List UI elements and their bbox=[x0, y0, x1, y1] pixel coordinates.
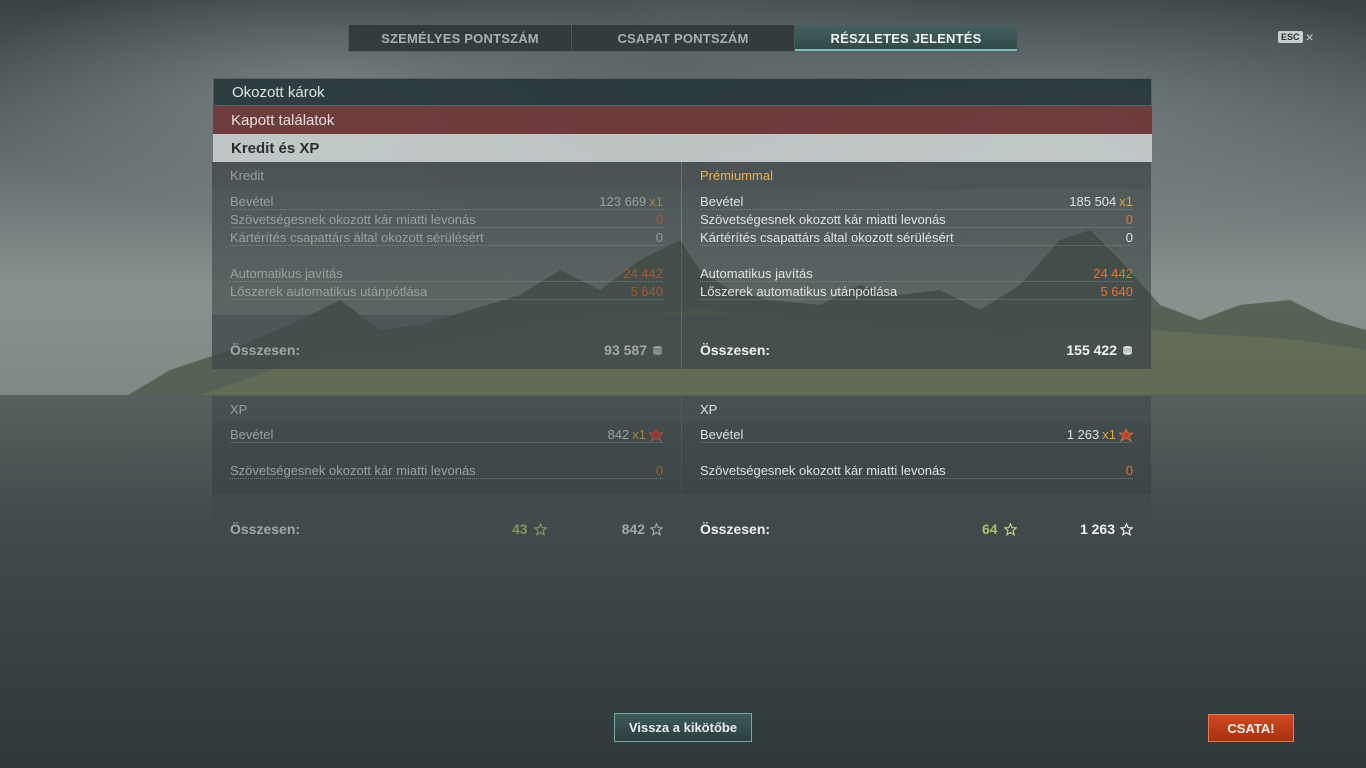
free-xp-star-icon bbox=[1003, 522, 1017, 536]
row-label: Kártérítés csapattárs által okozott sérü… bbox=[230, 230, 484, 245]
section-credit-xp[interactable]: Kredit és XP bbox=[213, 134, 1152, 162]
section-hits-received[interactable]: Kapott találatok bbox=[213, 106, 1152, 134]
credit-panel: Kredit Bevétel 123 669 x1 Szövetségesnek… bbox=[212, 162, 681, 369]
xp-panel: XP Bevétel 842 x1 Szövetségesnek okozott… bbox=[212, 396, 681, 548]
total-xp-value: 1 263 bbox=[1079, 521, 1115, 537]
row-value: 5 640 bbox=[630, 284, 663, 299]
tab-detailed-report[interactable]: RÉSZLETES JELENTÉS bbox=[795, 25, 1017, 51]
total-label: Összesen: bbox=[230, 521, 301, 537]
row-value: 0 bbox=[1125, 212, 1133, 227]
total-xp-value: 842 bbox=[621, 521, 645, 537]
income-row: Bevétel 1 263 x1 bbox=[700, 427, 1133, 443]
income-value: 123 669 bbox=[599, 194, 647, 209]
total-label: Összesen: bbox=[700, 521, 771, 537]
total-label: Összesen: bbox=[700, 342, 771, 358]
compensation-row: Kártérítés csapattárs által okozott sérü… bbox=[230, 230, 663, 246]
ally-damage-row: Szövetségesnek okozott kár miatti levoná… bbox=[700, 463, 1133, 479]
multiplier: x1 bbox=[1102, 427, 1116, 442]
signal-flag-icon bbox=[649, 428, 663, 442]
auto-repair-row: Automatikus javítás 24 442 bbox=[700, 266, 1133, 282]
row-label: Szövetségesnek okozott kár miatti levoná… bbox=[700, 463, 946, 478]
free-xp-total: 64 bbox=[982, 521, 1017, 537]
row-label: Automatikus javítás bbox=[700, 266, 813, 281]
income-row: Bevétel 185 504 x1 bbox=[700, 194, 1133, 210]
total-credit-value: 93 587 bbox=[604, 342, 647, 358]
compensation-row: Kártérítés csapattárs által okozott sérü… bbox=[700, 230, 1133, 246]
section-damage-dealt[interactable]: Okozott károk bbox=[213, 78, 1152, 106]
row-value: 0 bbox=[1125, 230, 1133, 245]
credit-premium-panel: Prémiummal Bevétel 185 504 x1 Szövetsége… bbox=[682, 162, 1151, 369]
tab-team-score[interactable]: CSAPAT PONTSZÁM bbox=[572, 25, 795, 51]
panel-title: Prémiummal bbox=[682, 162, 1151, 189]
total-row: Összesen: 155 422 bbox=[682, 315, 1151, 369]
income-row: Bevétel 842 x1 bbox=[230, 427, 663, 443]
total-row: Összesen: 43 842 bbox=[212, 494, 681, 548]
row-label: Lőszerek automatikus utánpótlása bbox=[700, 284, 898, 299]
total-value: 155 422 bbox=[1066, 342, 1133, 358]
total-value: 1 263 bbox=[1080, 521, 1133, 537]
income-value: 1 263 bbox=[1066, 427, 1100, 442]
income-value: 185 504 bbox=[1069, 194, 1117, 209]
row-value: 24 442 bbox=[623, 266, 663, 281]
credit-icon bbox=[1123, 346, 1132, 355]
xp-star-icon bbox=[650, 522, 663, 536]
row-value: 24 442 bbox=[1093, 266, 1133, 281]
panel-title: Kredit bbox=[212, 162, 681, 189]
row-value: 842 x1 bbox=[608, 428, 663, 442]
row-label: Szövetségesnek okozott kár miatti levoná… bbox=[230, 212, 476, 227]
total-value: 93 587 bbox=[604, 342, 663, 358]
ally-damage-row: Szövetségesnek okozott kár miatti levoná… bbox=[230, 463, 663, 479]
multiplier: x1 bbox=[649, 194, 663, 209]
row-value: 0 bbox=[655, 212, 663, 227]
multiplier: x1 bbox=[632, 427, 646, 442]
free-xp-star-icon bbox=[533, 522, 547, 536]
row-value: 0 bbox=[1125, 463, 1133, 478]
row-label: Bevétel bbox=[700, 427, 744, 442]
close-icon: × bbox=[1305, 29, 1314, 45]
xp-premium-panel: XP Bevétel 1 263 x1 Szövetségesnek okozo… bbox=[682, 396, 1151, 548]
row-value: 1 263 x1 bbox=[1067, 428, 1133, 442]
esc-key-badge: ESC bbox=[1278, 31, 1303, 43]
income-value: 842 bbox=[607, 427, 630, 442]
free-xp-value: 43 bbox=[512, 521, 528, 537]
total-row: Összesen: 64 1 263 bbox=[682, 494, 1151, 548]
battle-button[interactable]: CSATA! bbox=[1208, 714, 1294, 742]
multiplier: x1 bbox=[1119, 194, 1133, 209]
signal-flag-icon bbox=[1119, 428, 1133, 442]
row-value: 5 640 bbox=[1100, 284, 1133, 299]
row-label: Szövetségesnek okozott kár miatti levoná… bbox=[230, 463, 476, 478]
auto-ammo-row: Lőszerek automatikus utánpótlása 5 640 bbox=[230, 284, 663, 300]
panel-title: XP bbox=[212, 396, 681, 423]
xp-star-icon bbox=[1120, 522, 1133, 536]
close-button[interactable]: ESC × bbox=[1278, 30, 1314, 44]
free-xp-value: 64 bbox=[982, 521, 998, 537]
total-credit-value: 155 422 bbox=[1066, 342, 1117, 358]
ally-damage-row: Szövetségesnek okozott kár miatti levoná… bbox=[230, 212, 663, 228]
row-value: 0 bbox=[655, 463, 663, 478]
ally-damage-row: Szövetségesnek okozott kár miatti levoná… bbox=[700, 212, 1133, 228]
report-tabs: SZEMÉLYES PONTSZÁM CSAPAT PONTSZÁM RÉSZL… bbox=[348, 24, 1018, 52]
back-to-port-button[interactable]: Vissza a kikötőbe bbox=[614, 713, 752, 742]
row-label: Lőszerek automatikus utánpótlása bbox=[230, 284, 428, 299]
row-value: 185 504 x1 bbox=[1069, 195, 1133, 209]
row-label: Bevétel bbox=[230, 427, 274, 442]
row-value: 0 bbox=[655, 230, 663, 245]
total-row: Összesen: 93 587 bbox=[212, 315, 681, 369]
panel-title: XP bbox=[682, 396, 1151, 423]
row-label: Bevétel bbox=[700, 194, 744, 209]
row-label: Bevétel bbox=[230, 194, 274, 209]
total-label: Összesen: bbox=[230, 342, 301, 358]
tab-personal-score[interactable]: SZEMÉLYES PONTSZÁM bbox=[349, 25, 572, 51]
row-value: 123 669 x1 bbox=[599, 195, 663, 209]
free-xp-total: 43 bbox=[512, 521, 547, 537]
auto-repair-row: Automatikus javítás 24 442 bbox=[230, 266, 663, 282]
row-label: Automatikus javítás bbox=[230, 266, 343, 281]
row-label: Szövetségesnek okozott kár miatti levoná… bbox=[700, 212, 946, 227]
total-value: 842 bbox=[622, 521, 663, 537]
auto-ammo-row: Lőszerek automatikus utánpótlása 5 640 bbox=[700, 284, 1133, 300]
row-label: Kártérítés csapattárs által okozott sérü… bbox=[700, 230, 954, 245]
credit-icon bbox=[653, 346, 662, 355]
income-row: Bevétel 123 669 x1 bbox=[230, 194, 663, 210]
